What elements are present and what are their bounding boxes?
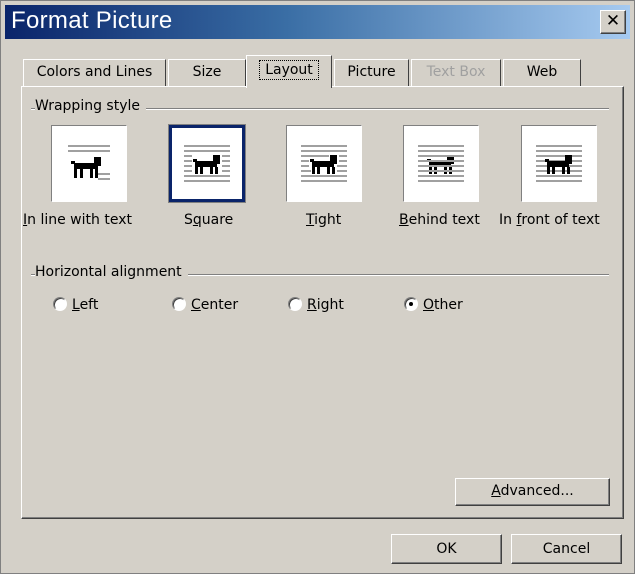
wrap-square-option[interactable] (168, 124, 246, 203)
radio-button[interactable] (172, 296, 186, 311)
tab-size[interactable]: Size (168, 59, 246, 86)
tab-label: Text Box (426, 64, 486, 80)
close-button[interactable]: ✕ (600, 10, 626, 34)
cancel-button[interactable]: Cancel (511, 534, 622, 564)
tab-text-box: Text Box (411, 59, 501, 86)
tab-layout[interactable]: Layout (246, 55, 332, 88)
dialog-title: Format Picture (11, 7, 173, 34)
close-icon: ✕ (605, 11, 621, 31)
square-dog-icon (184, 144, 230, 182)
tab-web[interactable]: Web (503, 59, 581, 86)
tight-dog-icon (301, 144, 347, 182)
format-picture-dialog: Format Picture ✕ Colors and Lines Size L… (0, 0, 635, 574)
advanced-button[interactable]: Advanced... (455, 478, 610, 506)
tab-label: Web (526, 64, 558, 80)
radio-button[interactable] (288, 296, 302, 311)
wrap-tight-option[interactable] (286, 125, 362, 202)
inline-dog-icon (68, 144, 110, 180)
cancel-label: Cancel (542, 541, 591, 557)
wrap-square-label[interactable]: Square (184, 212, 233, 228)
tab-picture[interactable]: Picture (334, 59, 409, 86)
wrap-in-front-of-text-option[interactable] (521, 125, 597, 202)
align-right-radio[interactable]: Right (288, 296, 344, 317)
wrap-behind-text-label[interactable]: Behind text (399, 212, 480, 228)
tab-label: Picture (347, 64, 396, 80)
wrap-tight-label[interactable]: Tight (306, 212, 341, 228)
tab-label: Colors and Lines (36, 64, 153, 80)
tab-colors-and-lines[interactable]: Colors and Lines (23, 59, 166, 86)
title-bar[interactable]: Format Picture ✕ (5, 5, 630, 39)
tab-label: Layout (259, 60, 319, 80)
radio-button[interactable] (53, 296, 67, 311)
tab-label: Size (192, 64, 222, 80)
wrapping-style-label: Wrapping style (35, 98, 146, 114)
ok-label: OK (436, 541, 457, 557)
wrap-behind-text-option[interactable] (403, 125, 479, 202)
radio-button-checked[interactable] (404, 296, 418, 311)
wrap-inline-label[interactable]: In line with text (23, 212, 132, 228)
align-left-radio[interactable]: Left (53, 296, 98, 317)
align-center-radio[interactable]: Center (172, 296, 238, 317)
wrap-in-front-of-text-label[interactable]: In front of text (499, 212, 600, 228)
behind-text-dog-icon (418, 144, 464, 182)
front-of-text-dog-icon (536, 144, 582, 182)
wrap-inline-option[interactable] (51, 125, 127, 202)
ok-button[interactable]: OK (391, 534, 502, 564)
horizontal-alignment-label: Horizontal alignment (35, 264, 188, 280)
align-other-radio[interactable]: Other (404, 296, 463, 317)
